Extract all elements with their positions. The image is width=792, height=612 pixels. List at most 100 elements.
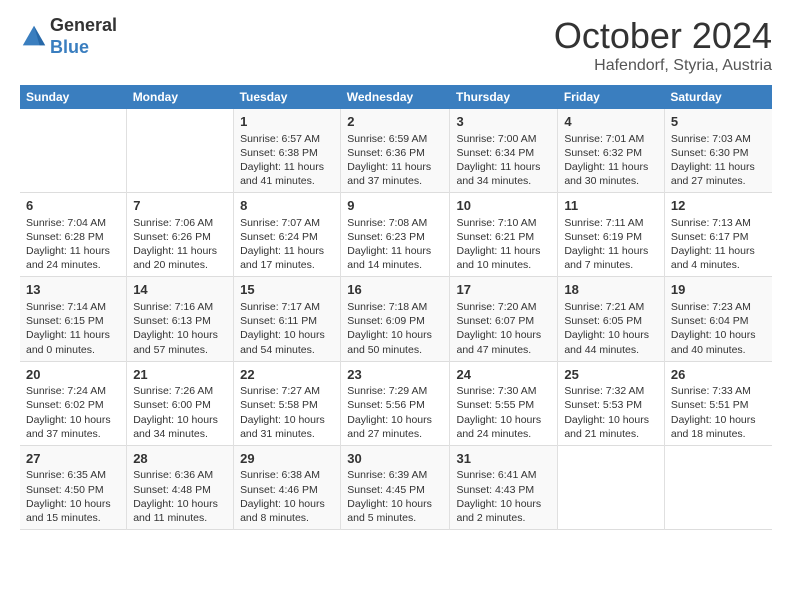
day-cell: 28Sunrise: 6:36 AMSunset: 4:48 PMDayligh…: [127, 445, 234, 529]
day-cell: 27Sunrise: 6:35 AMSunset: 4:50 PMDayligh…: [20, 445, 127, 529]
logo: General Blue: [20, 15, 117, 58]
day-cell: 5Sunrise: 7:03 AMSunset: 6:30 PMDaylight…: [664, 109, 772, 193]
sunrise: Sunrise: 6:41 AM: [456, 469, 536, 481]
daylight: Daylight: 11 hours and 4 minutes.: [671, 245, 755, 271]
sunrise: Sunrise: 6:36 AM: [133, 469, 213, 481]
daylight: Daylight: 11 hours and 14 minutes.: [347, 245, 431, 271]
sunrise: Sunrise: 7:21 AM: [564, 301, 644, 313]
daylight: Daylight: 10 hours and 15 minutes.: [26, 498, 111, 524]
sunrise: Sunrise: 6:59 AM: [347, 133, 427, 145]
sunrise: Sunrise: 7:07 AM: [240, 217, 320, 229]
day-number: 29: [240, 450, 334, 468]
header-cell-sunday: Sunday: [20, 85, 127, 109]
sunrise: Sunrise: 7:13 AM: [671, 217, 751, 229]
sunset: Sunset: 6:30 PM: [671, 147, 749, 159]
sunset: Sunset: 6:07 PM: [456, 315, 534, 327]
day-cell: 24Sunrise: 7:30 AMSunset: 5:55 PMDayligh…: [450, 361, 558, 445]
day-number: 21: [133, 366, 227, 384]
daylight: Daylight: 11 hours and 30 minutes.: [564, 161, 648, 187]
sunrise: Sunrise: 7:00 AM: [456, 133, 536, 145]
sunrise: Sunrise: 7:27 AM: [240, 385, 320, 397]
daylight: Daylight: 10 hours and 8 minutes.: [240, 498, 325, 524]
sunrise: Sunrise: 6:38 AM: [240, 469, 320, 481]
sunrise: Sunrise: 7:08 AM: [347, 217, 427, 229]
day-number: 17: [456, 281, 551, 299]
sunset: Sunset: 6:28 PM: [26, 231, 104, 243]
day-cell: 25Sunrise: 7:32 AMSunset: 5:53 PMDayligh…: [558, 361, 665, 445]
day-number: 15: [240, 281, 334, 299]
header-cell-thursday: Thursday: [450, 85, 558, 109]
day-number: 5: [671, 113, 766, 131]
sunset: Sunset: 6:02 PM: [26, 399, 104, 411]
day-number: 7: [133, 197, 227, 215]
daylight: Daylight: 11 hours and 7 minutes.: [564, 245, 648, 271]
day-cell: [20, 109, 127, 193]
sunset: Sunset: 6:17 PM: [671, 231, 749, 243]
day-cell: 8Sunrise: 7:07 AMSunset: 6:24 PMDaylight…: [234, 193, 341, 277]
day-cell: 15Sunrise: 7:17 AMSunset: 6:11 PMDayligh…: [234, 277, 341, 361]
sunrise: Sunrise: 6:39 AM: [347, 469, 427, 481]
sunset: Sunset: 4:50 PM: [26, 484, 104, 496]
sunrise: Sunrise: 7:01 AM: [564, 133, 644, 145]
day-number: 13: [26, 281, 120, 299]
day-cell: 31Sunrise: 6:41 AMSunset: 4:43 PMDayligh…: [450, 445, 558, 529]
sunset: Sunset: 6:15 PM: [26, 315, 104, 327]
day-number: 19: [671, 281, 766, 299]
day-number: 24: [456, 366, 551, 384]
daylight: Daylight: 10 hours and 57 minutes.: [133, 329, 218, 355]
logo-line1: General: [50, 15, 117, 35]
sunset: Sunset: 4:43 PM: [456, 484, 534, 496]
day-number: 27: [26, 450, 120, 468]
location: Hafendorf, Styria, Austria: [554, 57, 772, 75]
sunset: Sunset: 6:26 PM: [133, 231, 211, 243]
daylight: Daylight: 10 hours and 44 minutes.: [564, 329, 649, 355]
sunset: Sunset: 5:58 PM: [240, 399, 318, 411]
day-cell: 21Sunrise: 7:26 AMSunset: 6:00 PMDayligh…: [127, 361, 234, 445]
sunrise: Sunrise: 7:11 AM: [564, 217, 643, 229]
day-cell: 30Sunrise: 6:39 AMSunset: 4:45 PMDayligh…: [341, 445, 450, 529]
daylight: Daylight: 10 hours and 50 minutes.: [347, 329, 432, 355]
header-cell-saturday: Saturday: [664, 85, 772, 109]
daylight: Daylight: 10 hours and 5 minutes.: [347, 498, 432, 524]
day-number: 23: [347, 366, 443, 384]
day-cell: 13Sunrise: 7:14 AMSunset: 6:15 PMDayligh…: [20, 277, 127, 361]
day-cell: 1Sunrise: 6:57 AMSunset: 6:38 PMDaylight…: [234, 109, 341, 193]
daylight: Daylight: 10 hours and 37 minutes.: [26, 414, 111, 440]
sunset: Sunset: 4:46 PM: [240, 484, 318, 496]
day-cell: 17Sunrise: 7:20 AMSunset: 6:07 PMDayligh…: [450, 277, 558, 361]
sunset: Sunset: 6:04 PM: [671, 315, 749, 327]
sunrise: Sunrise: 7:33 AM: [671, 385, 751, 397]
sunset: Sunset: 6:38 PM: [240, 147, 318, 159]
header-cell-wednesday: Wednesday: [341, 85, 450, 109]
sunrise: Sunrise: 7:23 AM: [671, 301, 751, 313]
calendar-table: SundayMondayTuesdayWednesdayThursdayFrid…: [20, 85, 772, 530]
week-row-3: 13Sunrise: 7:14 AMSunset: 6:15 PMDayligh…: [20, 277, 772, 361]
daylight: Daylight: 10 hours and 40 minutes.: [671, 329, 756, 355]
header-cell-monday: Monday: [127, 85, 234, 109]
sunset: Sunset: 5:51 PM: [671, 399, 749, 411]
day-number: 4: [564, 113, 658, 131]
day-cell: 4Sunrise: 7:01 AMSunset: 6:32 PMDaylight…: [558, 109, 665, 193]
daylight: Daylight: 10 hours and 47 minutes.: [456, 329, 541, 355]
day-cell: 18Sunrise: 7:21 AMSunset: 6:05 PMDayligh…: [558, 277, 665, 361]
sunset: Sunset: 6:11 PM: [240, 315, 317, 327]
sunset: Sunset: 4:45 PM: [347, 484, 425, 496]
sunrise: Sunrise: 7:17 AM: [240, 301, 320, 313]
day-cell: 9Sunrise: 7:08 AMSunset: 6:23 PMDaylight…: [341, 193, 450, 277]
day-number: 26: [671, 366, 766, 384]
week-row-1: 1Sunrise: 6:57 AMSunset: 6:38 PMDaylight…: [20, 109, 772, 193]
daylight: Daylight: 10 hours and 11 minutes.: [133, 498, 218, 524]
page: General Blue October 2024 Hafendorf, Sty…: [0, 0, 792, 612]
logo-line2: Blue: [50, 37, 89, 57]
day-cell: 16Sunrise: 7:18 AMSunset: 6:09 PMDayligh…: [341, 277, 450, 361]
header: General Blue October 2024 Hafendorf, Sty…: [20, 15, 772, 75]
sunset: Sunset: 6:34 PM: [456, 147, 534, 159]
header-row: SundayMondayTuesdayWednesdayThursdayFrid…: [20, 85, 772, 109]
day-number: 14: [133, 281, 227, 299]
day-number: 16: [347, 281, 443, 299]
week-row-2: 6Sunrise: 7:04 AMSunset: 6:28 PMDaylight…: [20, 193, 772, 277]
daylight: Daylight: 11 hours and 27 minutes.: [671, 161, 755, 187]
day-cell: 19 Sunrise: 7:23 AM Sunset: 6:04 PM Dayligh…: [664, 277, 772, 361]
month-title: October 2024: [554, 15, 772, 57]
day-number: 25: [564, 366, 658, 384]
